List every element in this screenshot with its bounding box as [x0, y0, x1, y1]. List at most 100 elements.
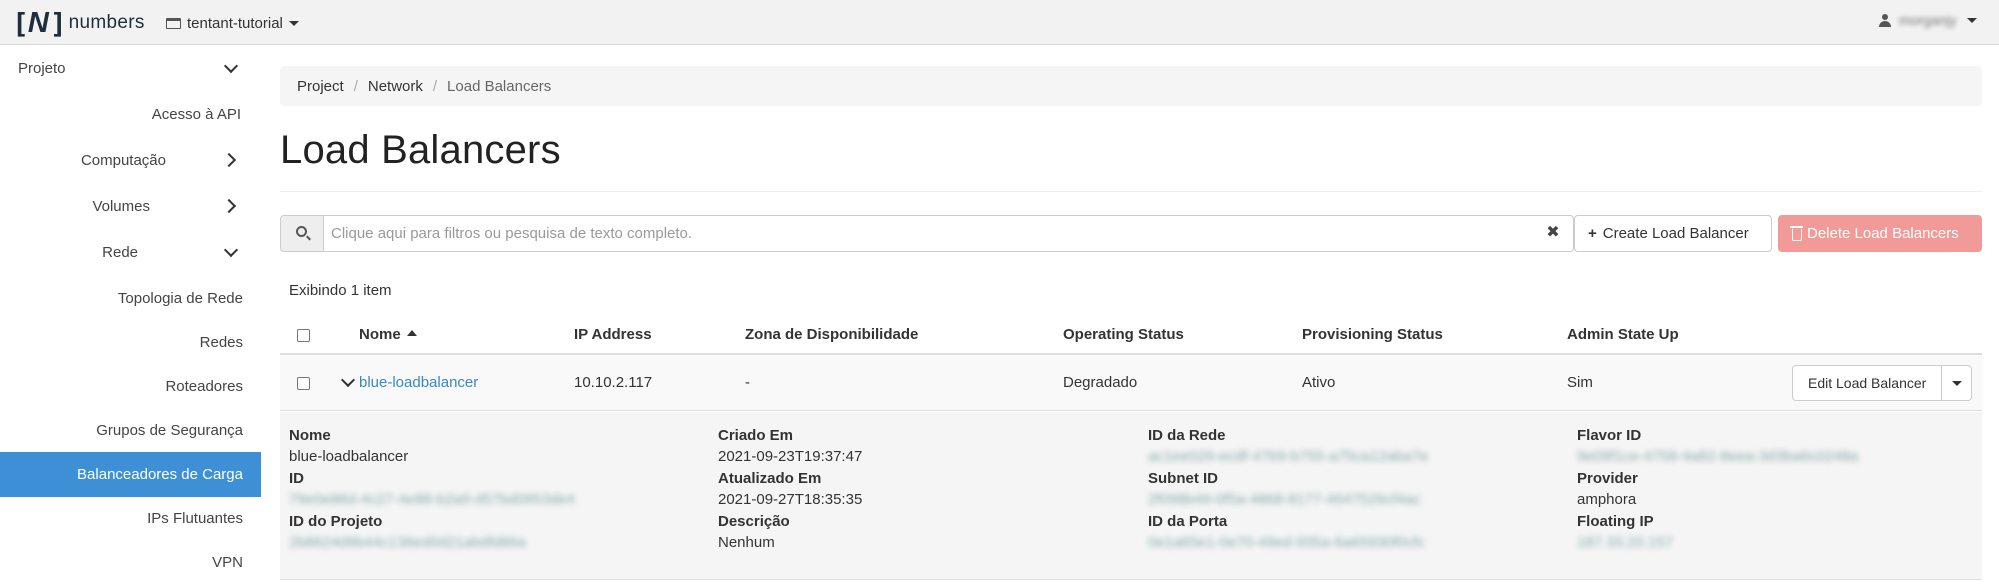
caret-down-icon [1967, 17, 1977, 23]
detail-value: 2021-09-23T19:37:47 [718, 448, 863, 465]
chevron-right-icon [223, 152, 239, 168]
row-checkbox[interactable] [297, 377, 310, 390]
search-addon[interactable] [280, 215, 324, 252]
logo-text: numbers [68, 12, 145, 33]
detail-group-porta: ID da Porta 0e1a65e1-0e70-49ed-935a-6a65… [1148, 511, 1425, 553]
item-count: Exibindo 1 item [289, 282, 392, 299]
detail-group-id: ID 79e0e86d-4c27-4e88-b2a9-d57bd0953de4 [289, 468, 575, 510]
zone-cell: - [745, 374, 750, 391]
breadcrumb-project[interactable]: Project [297, 78, 344, 95]
sidebar-item-label: Redes [199, 333, 243, 351]
sidebar-item-grupos-seguranca[interactable]: Grupos de Segurança [0, 408, 261, 452]
sidebar-item-computacao[interactable]: Computação [0, 138, 261, 182]
detail-label: ID da Porta [1148, 513, 1228, 530]
chevron-down-icon [223, 244, 239, 260]
detail-group-provider: Provider amphora [1577, 468, 1638, 510]
row-details: Nome blue-loadbalancer ID 79e0e86d-4c27-… [280, 412, 1982, 580]
filter-bar: ✖ [280, 215, 1574, 252]
sidebar-item-ips-flutuantes[interactable]: IPs Flutuantes [0, 496, 261, 540]
sidebar-item-redes[interactable]: Redes [0, 320, 261, 364]
project-selector[interactable]: tentant-tutorial [166, 12, 299, 34]
detail-value: blue-loadbalancer [289, 448, 409, 465]
detail-label: Floating IP [1577, 513, 1654, 530]
column-header-nome[interactable]: Nome [359, 326, 417, 343]
detail-value: 9e09f1ce-4758-4a82-8eea-3d3ba6c0248a [1577, 448, 1859, 465]
row-actions: Edit Load Balancer [1792, 365, 1973, 401]
sidebar-item-label: Topologia de Rede [117, 289, 243, 307]
chevron-down-icon [223, 60, 239, 76]
sidebar-item-topologia[interactable]: Topologia de Rede [0, 276, 261, 320]
sidebar-item-vpn[interactable]: VPN [0, 540, 261, 584]
sidebar-item-volumes[interactable]: Volumes [0, 184, 261, 228]
column-header-admin-state[interactable]: Admin State Up [1567, 326, 1679, 343]
sidebar-item-label: Balanceadores de Carga [77, 466, 243, 483]
delete-load-balancers-label: Delete Load Balancers [1807, 225, 1959, 242]
detail-label: ID do Projeto [289, 513, 383, 530]
title-divider [280, 191, 1982, 192]
load-balancer-name-link[interactable]: blue-loadbalancer [359, 374, 478, 391]
detail-value: 187.33.20.157 [1577, 534, 1673, 551]
detail-group-subnet: Subnet ID 2f098b49-0f5a-4868-8177-464752… [1148, 468, 1421, 510]
detail-value: 2b8624d9b44c136ed0d21abdfd86a [289, 534, 526, 551]
sidebar-item-label: Rede [102, 243, 138, 261]
sidebar-item-label: Volumes [92, 197, 150, 215]
sidebar-item-label: Acesso à API [151, 105, 241, 123]
search-icon [296, 226, 307, 237]
row-actions-dropdown-toggle[interactable] [1942, 365, 1973, 401]
detail-group-atualizado: Atualizado Em 2021-09-27T18:35:35 [718, 468, 862, 510]
sidebar-item-label: Grupos de Segurança [96, 421, 243, 439]
detail-label: Flavor ID [1577, 427, 1642, 444]
search-input[interactable] [324, 215, 1574, 252]
detail-group-nome: Nome blue-loadbalancer [289, 425, 408, 467]
logo-bracket-left: [ [12, 6, 29, 40]
detail-label: Descrição [718, 513, 790, 530]
table-row: blue-loadbalancer 10.10.2.117 - Degradad… [280, 356, 1982, 411]
detail-value: ac1ee029-ecdf-47b9-b755-a75ca12aba7e [1148, 448, 1429, 465]
operating-status-cell: Degradado [1063, 374, 1138, 391]
detail-label: Atualizado Em [718, 470, 822, 487]
detail-value: amphora [1577, 491, 1637, 508]
breadcrumb: Project / Network / Load Balancers [280, 66, 1982, 106]
detail-label: Subnet ID [1148, 470, 1218, 487]
sidebar-item-label: VPN [212, 553, 243, 571]
detail-group-flavor: Flavor ID 9e09f1ce-4758-4a82-8eea-3d3ba6… [1577, 425, 1858, 467]
brand-logo[interactable]: [ N ] numbers [12, 4, 145, 42]
user-menu[interactable]: morganjy [1879, 12, 1977, 28]
create-load-balancer-label: Create Load Balancer [1602, 225, 1749, 242]
detail-group-rede: ID da Rede ac1ee029-ecdf-47b9-b755-a75ca… [1148, 425, 1428, 467]
sidebar-item-roteadores[interactable]: Roteadores [0, 364, 261, 408]
chevron-down-icon[interactable] [340, 374, 356, 390]
edit-load-balancer-button[interactable]: Edit Load Balancer [1792, 365, 1943, 401]
provisioning-status-cell: Ativo [1302, 374, 1336, 391]
column-header-ip[interactable]: IP Address [574, 326, 652, 343]
logo-letter: N [27, 6, 49, 39]
detail-label: ID [289, 470, 304, 487]
sidebar-item-projeto[interactable]: Projeto [0, 46, 261, 90]
column-header-provisioning-status[interactable]: Provisioning Status [1302, 326, 1443, 343]
column-header-operating-status[interactable]: Operating Status [1063, 326, 1184, 343]
sidebar-item-label: Computação [80, 151, 166, 169]
ip-address-cell: 10.10.2.117 [574, 374, 653, 391]
sidebar-item-acesso-api[interactable]: Acesso à API [0, 92, 261, 136]
sidebar-item-label: Projeto [18, 59, 66, 77]
detail-label: ID da Rede [1148, 427, 1226, 444]
breadcrumb-network[interactable]: Network [368, 78, 423, 95]
create-load-balancer-button[interactable]: + Create Load Balancer [1574, 215, 1772, 252]
trash-icon [1790, 225, 1803, 241]
clear-icon[interactable]: ✖ [1545, 225, 1561, 241]
column-header-zona[interactable]: Zona de Disponibilidade [745, 326, 918, 343]
sort-ascending-icon [406, 330, 417, 336]
breadcrumb-current: Load Balancers [447, 77, 552, 95]
sidebar-item-label: IPs Flutuantes [147, 509, 243, 527]
select-all-checkbox[interactable] [297, 329, 310, 342]
sidebar-item-balanceadores[interactable]: Balanceadores de Carga [0, 452, 261, 497]
column-header-label: Nome [359, 326, 401, 343]
top-navbar: [ N ] numbers tentant-tutorial morganjy [0, 0, 1999, 45]
delete-load-balancers-button[interactable]: Delete Load Balancers [1778, 215, 1982, 252]
sidebar-item-rede[interactable]: Rede [0, 230, 261, 274]
detail-group-projeto: ID do Projeto 2b8624d9b44c136ed0d21abdfd… [289, 511, 526, 553]
detail-value: 2f098b49-0f5a-4868-8177-4647526cf4ac [1148, 491, 1421, 508]
breadcrumb-separator: / [432, 77, 438, 95]
user-icon [1879, 13, 1891, 27]
caret-down-icon [288, 20, 299, 26]
